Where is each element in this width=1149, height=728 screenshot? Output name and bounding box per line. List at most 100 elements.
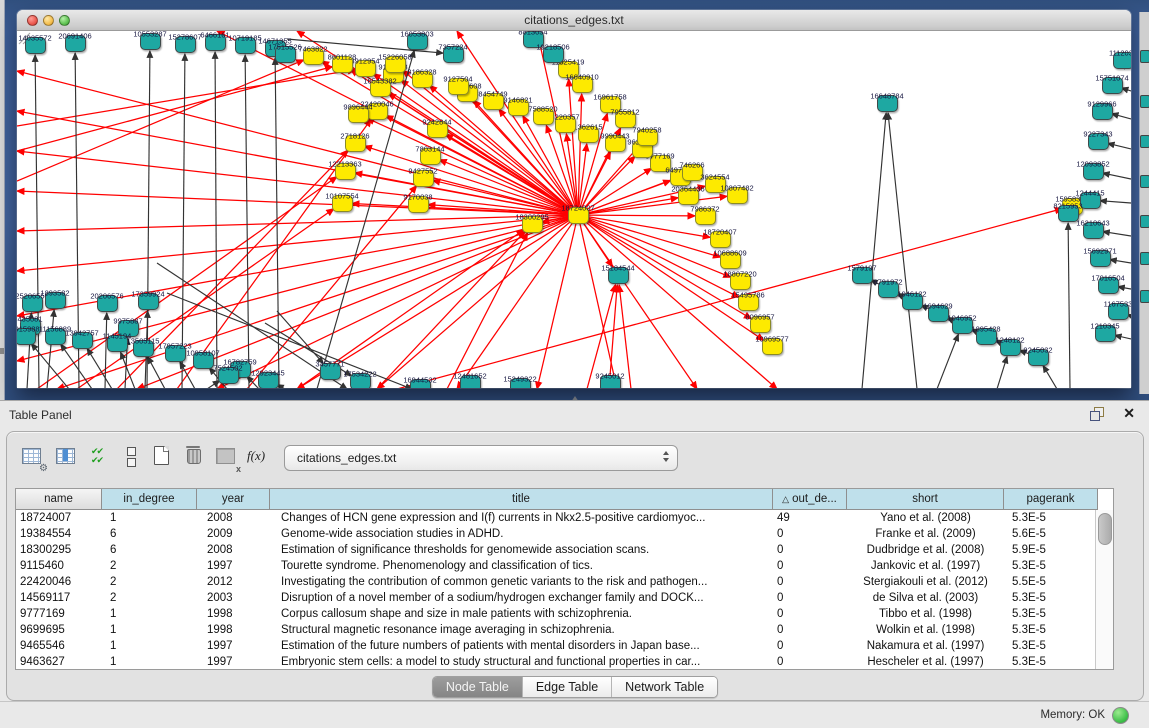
graph-node[interactable]: 10688609 (720, 252, 741, 269)
table-row[interactable]: 977716911998Corpus callosum shape and si… (16, 606, 1113, 622)
graph-node[interactable]: 1167533 (1108, 303, 1129, 320)
graph-node[interactable]: 7463822 (303, 48, 324, 65)
graph-node[interactable]: 6466161 (205, 34, 226, 51)
graph-node[interactable]: 2718126 (345, 135, 366, 152)
new-document-icon[interactable] (149, 444, 175, 470)
graph-node[interactable]: 10719185 (235, 37, 256, 54)
table-settings-icon[interactable]: ⚙ (19, 444, 45, 470)
graph-node[interactable]: 1579197 (852, 267, 873, 284)
graph-node[interactable]: 10969577 (762, 338, 783, 355)
graph-node[interactable]: 10807482 (727, 187, 748, 204)
graph-node[interactable]: 15751074 (1102, 77, 1123, 94)
graph-node[interactable]: 1112034 (1113, 52, 1132, 69)
table-row[interactable]: 946554611997Estimation of the future num… (16, 638, 1113, 654)
graph-node[interactable]: 3915988 (17, 328, 36, 345)
graph-node[interactable]: 9170038 (408, 196, 429, 213)
function-builder-icon[interactable]: f(x) (245, 444, 271, 470)
table-row[interactable]: 1456911722003Disruption of a novel membe… (16, 590, 1113, 606)
graph-node[interactable]: 12213363 (335, 163, 356, 180)
graph-node[interactable]: 17016504 (1098, 277, 1119, 294)
show-all-columns-icon[interactable]: ✔✔✔✔ (87, 444, 113, 470)
graph-node[interactable]: 11156889 (45, 328, 66, 345)
graph-node[interactable]: 19218506 (543, 46, 564, 63)
graph-node[interactable]: 11325419 (558, 61, 579, 78)
graph-node[interactable]: 9975887 (118, 320, 139, 337)
graph-node[interactable]: 17515526 (275, 46, 296, 63)
delete-table-icon[interactable] (181, 444, 207, 470)
graph-node[interactable]: 6791972 (878, 281, 899, 298)
network-window-titlebar[interactable]: citations_edges.txt (17, 10, 1131, 31)
column-header-year[interactable]: year (197, 489, 270, 510)
graph-node[interactable]: 1895428 (976, 328, 997, 345)
graph-node[interactable]: 22420046 (367, 103, 388, 120)
graph-node[interactable]: 7803144 (420, 148, 441, 165)
graph-node[interactable]: 16210643 (1083, 222, 1104, 239)
graph-node[interactable]: 746266 (682, 164, 703, 181)
graph-node[interactable]: 12923445 (258, 372, 279, 389)
column-header-name[interactable]: name (16, 489, 102, 510)
graph-node[interactable]: 8186328 (412, 71, 433, 88)
graph-node[interactable]: 9896444 (348, 106, 369, 123)
graph-node[interactable]: 10107554 (332, 195, 353, 212)
graph-node[interactable]: 8912954 (355, 60, 376, 77)
graph-node[interactable]: 13505115 (133, 340, 154, 357)
graph-node[interactable]: 16053803 (407, 33, 428, 50)
graph-node[interactable]: 1145194 (107, 335, 128, 352)
graph-node[interactable]: 13942757 (72, 332, 93, 349)
graph-node[interactable]: 9242844 (427, 121, 448, 138)
select-columns-icon[interactable] (53, 444, 79, 470)
graph-node[interactable]: 8096957 (750, 316, 771, 333)
graph-node[interactable]: 15249322 (510, 378, 531, 389)
graph-node[interactable]: 16543382 (370, 80, 391, 97)
graph-node[interactable]: 8813054 (523, 31, 544, 48)
graph-node[interactable]: 12481652 (460, 375, 481, 389)
graph-node[interactable]: 20364436 (678, 188, 699, 205)
table-scrollbar[interactable] (1095, 510, 1113, 669)
graph-node[interactable]: 8215953 (1058, 205, 1079, 222)
scrollbar-thumb[interactable] (1098, 513, 1112, 545)
graph-node[interactable]: 8454749 (483, 93, 504, 110)
table-row[interactable]: 911546021997Tourette syndrome. Phenomeno… (16, 558, 1113, 574)
memory-status-indicator[interactable] (1112, 707, 1129, 724)
delete-column-icon[interactable]: x (213, 444, 239, 470)
graph-node[interactable]: 9990443 (605, 135, 626, 152)
graph-node[interactable]: 16961758 (600, 96, 621, 113)
graph-node[interactable]: 10958107 (193, 352, 214, 369)
tab-node-table[interactable]: Node Table (433, 677, 523, 697)
graph-node[interactable]: 7940258 (637, 129, 658, 146)
column-header-short[interactable]: short (847, 489, 1004, 510)
graph-node[interactable]: 9146821 (508, 99, 529, 116)
graph-node[interactable]: 8220357 (555, 116, 576, 133)
column-header-title[interactable]: title (270, 489, 773, 510)
table-row[interactable]: 1830029562008Estimation of significance … (16, 542, 1113, 558)
graph-node[interactable]: 15226058 (385, 56, 406, 73)
graph-node[interactable]: 1694629 (928, 305, 949, 322)
graph-node[interactable]: 1210345 (1095, 325, 1116, 342)
table-row[interactable]: 2242004622012Investigating the contribut… (16, 574, 1113, 590)
graph-node[interactable]: 17359924 (138, 293, 159, 310)
graph-node[interactable]: 9245012 (600, 375, 621, 389)
table-row[interactable]: 946362711997Embryonic stem cells: a mode… (16, 654, 1113, 670)
graph-node[interactable]: 15278607 (175, 36, 196, 53)
graph-node[interactable]: 18300295 (522, 216, 543, 233)
graph-node[interactable]: 1362615 (578, 126, 599, 143)
graph-node[interactable]: 9427552 (413, 170, 434, 187)
graph-node[interactable]: 1244415 (1080, 192, 1101, 209)
graph-node[interactable]: 8601128 (332, 56, 353, 73)
graph-node[interactable]: 9127504 (448, 78, 469, 95)
graph-node[interactable]: 7588520 (533, 108, 554, 125)
graph-node[interactable]: 20206576 (97, 295, 118, 312)
graph-node[interactable]: 15692971 (1090, 250, 1111, 267)
graph-node[interactable]: 16640910 (572, 76, 593, 93)
close-panel-icon[interactable]: ✕ (1123, 405, 1135, 422)
graph-node[interactable]: 16944532 (410, 379, 431, 389)
float-panel-icon[interactable] (1090, 407, 1105, 421)
tab-network-table[interactable]: Network Table (612, 677, 717, 697)
graph-node[interactable]: 9777169 (650, 155, 671, 172)
graph-node[interactable]: 16648784 (877, 95, 898, 112)
graph-node[interactable]: 10553287 (140, 33, 161, 50)
table-row[interactable]: 1872400712008Changes of HCN gene express… (16, 510, 1113, 526)
table-select-dropdown[interactable]: citations_edges.txt (284, 445, 678, 471)
graph-node[interactable]: 18720407 (710, 231, 731, 248)
graph-node[interactable]: 25206556 (22, 295, 43, 312)
